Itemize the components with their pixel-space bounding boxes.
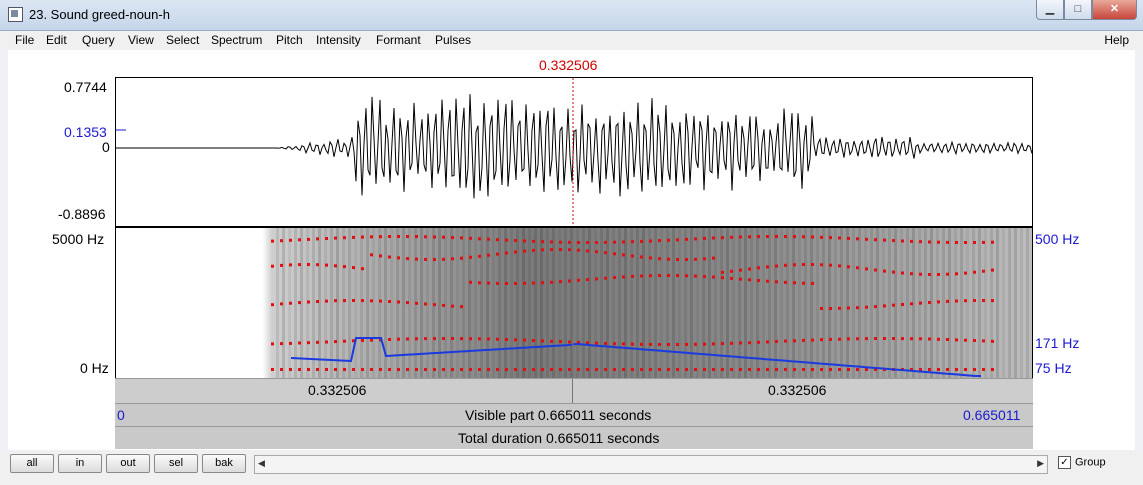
bak-button[interactable]: bak [202,454,246,473]
waveform-zero: 0 [102,139,110,155]
menu-help[interactable]: Help [1104,33,1129,47]
time-row-segments[interactable]: 0.332506 0.332506 [115,378,1033,403]
menu-view[interactable]: View [128,33,154,47]
time-row-total[interactable]: Total duration 0.665011 seconds [115,426,1033,449]
menu-spectrum[interactable]: Spectrum [211,33,262,47]
group-toggle[interactable]: ✓ Group [1058,456,1106,469]
spectrogram-svg [116,228,1032,378]
menu-file[interactable]: File [15,33,34,47]
menu-edit[interactable]: Edit [46,33,67,47]
pitch-top: 500 Hz [1035,231,1080,247]
pitch-bottom: 75 Hz [1035,360,1072,376]
out-button[interactable]: out [106,454,150,473]
cursor-time: 0.332506 [539,57,598,73]
minimize-button[interactable]: ▁ [1036,0,1064,20]
total-duration: Total duration 0.665011 seconds [458,430,660,446]
group-label: Group [1075,456,1106,469]
waveform-max: 0.7744 [64,79,107,95]
pitch-marker: 171 Hz [1035,335,1080,351]
spectrogram-panel[interactable] [115,227,1033,379]
menu-intensity[interactable]: Intensity [316,33,361,47]
visible-end: 0.665011 [963,407,1021,423]
left-segment-duration: 0.332506 [308,382,367,398]
scroll-right-icon[interactable]: ▶ [1037,458,1044,469]
time-row-visible[interactable]: 0 Visible part 0.665011 seconds 0.665011 [115,403,1033,426]
horizontal-scrollbar[interactable]: ◀ ▶ [254,455,1048,474]
spec-bottom: 0 Hz [80,360,109,376]
right-segment-duration: 0.332506 [768,382,827,398]
menu-pitch[interactable]: Pitch [276,33,303,47]
in-button[interactable]: in [58,454,102,473]
title-bar: 23. Sound greed-noun-h ▁ □ ✕ [0,0,1143,31]
waveform-panel[interactable] [115,77,1033,227]
menu-select[interactable]: Select [166,33,199,47]
close-icon: ✕ [1109,3,1120,15]
window-title: 23. Sound greed-noun-h [29,7,170,22]
waveform-svg [116,78,1032,226]
maximize-button[interactable]: □ [1064,0,1092,20]
menu-pulses[interactable]: Pulses [435,33,471,47]
all-button[interactable]: all [10,454,54,473]
visible-start: 0 [117,407,125,423]
menu-formant[interactable]: Formant [376,33,421,47]
visible-part: Visible part 0.665011 seconds [465,407,652,423]
waveform-marker: 0.1353 [64,124,107,140]
bottom-bar: all in out sel bak ◀ ▶ ✓ Group [0,452,1143,485]
close-button[interactable]: ✕ [1092,0,1137,20]
menu-query[interactable]: Query [82,33,115,47]
menu-bar: File Edit Query View Select Spectrum Pit… [0,31,1143,50]
scroll-left-icon[interactable]: ◀ [258,458,265,469]
maximize-icon: □ [1074,3,1082,15]
minimize-icon: ▁ [1045,3,1055,15]
app-icon[interactable] [8,7,23,22]
sel-button[interactable]: sel [154,454,198,473]
group-checkbox[interactable]: ✓ [1058,456,1071,469]
waveform-trace [116,94,1032,199]
waveform-min: -0.8896 [58,206,106,222]
spec-top: 5000 Hz [52,231,105,247]
